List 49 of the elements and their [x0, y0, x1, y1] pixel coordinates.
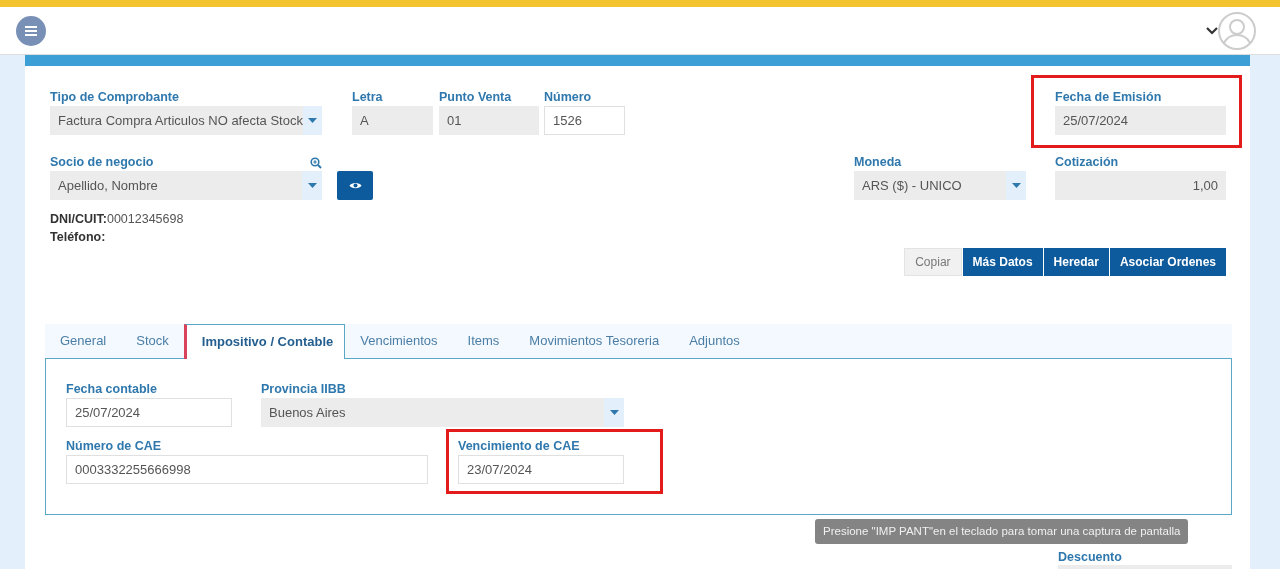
field-label: Número de CAE	[66, 438, 162, 455]
eye-icon	[348, 181, 362, 190]
action-button[interactable]: Asociar Ordenes	[1109, 248, 1226, 276]
field-label: Vencimiento de CAE	[458, 438, 580, 455]
search-icon[interactable]	[310, 156, 322, 169]
tab[interactable]: Impositivo / Contable	[183, 324, 346, 359]
tab[interactable]: Items	[452, 324, 515, 358]
tab[interactable]: Vencimientos	[345, 324, 453, 358]
action-button[interactable]: Copiar	[904, 248, 962, 276]
caret-icon	[307, 118, 317, 123]
input-field[interactable]: 1526	[544, 106, 625, 135]
field-label: Fecha de Emisión	[1055, 89, 1162, 106]
tab[interactable]: Adjuntos	[674, 324, 755, 358]
input-field[interactable]: 0003332255666998	[66, 455, 428, 484]
field-label: Fecha contable	[66, 381, 157, 398]
field-label: Cotización	[1055, 154, 1119, 171]
caret-icon	[609, 410, 619, 415]
dropdown[interactable]: Buenos Aires	[261, 398, 624, 427]
action-button[interactable]: Más Datos	[962, 248, 1043, 276]
input-field[interactable]: 25/07/2024	[66, 398, 232, 427]
menu-icon	[25, 25, 37, 36]
toast-message: Presione "IMP PANT"en el teclado para tomar una captura de pantalla	[815, 519, 1189, 544]
field-label: Tipo de Comprobante	[50, 89, 179, 106]
field-label: Socio de negocio	[50, 154, 154, 171]
tab[interactable]: Stock	[121, 324, 184, 358]
menu-button[interactable]	[16, 15, 46, 46]
caret-icon	[307, 183, 317, 188]
tab[interactable]: Movimientos Tesoreria	[514, 324, 675, 358]
readonly-field[interactable]: 01	[439, 106, 539, 135]
dropdown[interactable]: Apellido, Nombre	[50, 171, 322, 200]
dropdown[interactable]: ARS ($) - UNICO	[854, 171, 1026, 200]
view-button[interactable]	[337, 171, 373, 200]
chevron-down-icon[interactable]	[1206, 26, 1218, 35]
dropdown[interactable]: Factura Compra Articulos NO afecta Stock	[50, 106, 322, 135]
partner-info-text: DNI/CUIT:00012345698	[50, 211, 185, 228]
field-label: Moneda	[854, 154, 902, 171]
input-field[interactable]: 23/07/2024	[458, 455, 624, 484]
field-label: Descuento	[1058, 549, 1122, 565]
readonly-field[interactable]: 1,00	[1055, 171, 1226, 200]
field-label: Punto Venta	[439, 89, 512, 106]
field-label: Número	[544, 89, 592, 106]
tab[interactable]: General	[45, 324, 122, 358]
field-label: Provincia IIBB	[261, 381, 346, 398]
readonly-field[interactable]: 25/07/2024	[1055, 106, 1226, 135]
action-button[interactable]: Heredar	[1043, 248, 1109, 276]
field-label: Letra	[352, 89, 383, 106]
readonly-field[interactable]: A	[352, 106, 433, 135]
caret-icon	[1011, 183, 1021, 188]
partner-info-text: Teléfono:	[50, 229, 107, 246]
